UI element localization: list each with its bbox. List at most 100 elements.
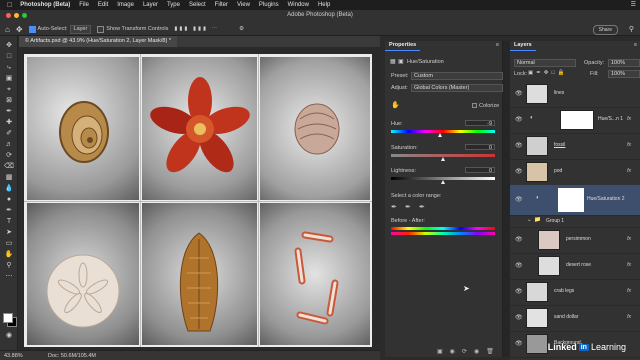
lightness-value-field[interactable]: 0 xyxy=(465,167,495,174)
brush-tool-icon[interactable]: ✐ xyxy=(4,130,14,138)
pen-tool-icon[interactable]: ✒ xyxy=(4,207,14,215)
eye-icon[interactable]: 👁 xyxy=(515,340,523,347)
tab-properties[interactable]: Properties xyxy=(385,41,421,51)
align-icons[interactable]: ▮▮▮ ▮▮▮ ⋯ xyxy=(174,26,219,32)
fx-icon[interactable]: fx xyxy=(627,314,631,320)
eyedropper-add-icon[interactable]: ✒ xyxy=(405,203,411,211)
colorize-checkbox[interactable] xyxy=(472,103,477,108)
zoom-tool-icon[interactable]: ⚲ xyxy=(4,262,14,270)
apple-menu-icon[interactable]:  xyxy=(7,2,12,9)
home-icon[interactable]: ⌂ xyxy=(5,25,10,34)
eyedropper-icon[interactable]: ✒ xyxy=(391,203,397,211)
canvas-area[interactable] xyxy=(19,47,380,350)
fx-icon[interactable]: fx xyxy=(627,262,631,268)
eye-icon[interactable]: 👁 xyxy=(515,116,523,123)
auto-select-dropdown[interactable]: Layer xyxy=(69,24,92,34)
menu-layer[interactable]: Layer xyxy=(143,2,158,8)
lock-icons[interactable]: ▣✒✥□🔒 xyxy=(528,70,568,76)
quick-mask-icon[interactable]: ◉ xyxy=(4,332,14,340)
eye-icon[interactable]: 👁 xyxy=(515,288,523,295)
layer-row[interactable]: 👁 sand dollar fx xyxy=(510,305,640,332)
eye-icon[interactable]: 👁 xyxy=(515,90,523,97)
lasso-tool-icon[interactable]: ⤷ xyxy=(4,64,14,72)
adjust-channel-dropdown[interactable]: Global Colors (Master) xyxy=(411,84,503,92)
visibility-icon[interactable]: ◉ xyxy=(474,348,479,355)
control-center-icon[interactable]: ☰ xyxy=(631,1,636,8)
blend-mode-dropdown[interactable]: Normal xyxy=(514,59,576,67)
menu-type[interactable]: Type xyxy=(167,2,180,8)
marquee-tool-icon[interactable]: □ xyxy=(4,53,14,61)
search-icon[interactable]: ⚲ xyxy=(629,25,634,33)
fx-icon[interactable]: fx xyxy=(627,116,631,122)
layer-row[interactable]: 👁 pod fx xyxy=(510,159,640,186)
layer-row[interactable]: 👁 persimmon fx xyxy=(510,227,640,254)
hue-slider[interactable] xyxy=(391,130,495,133)
layer-row[interactable]: 👁 ◐ Hue/S...n 1 fx xyxy=(510,107,640,134)
menu-window[interactable]: Window xyxy=(288,2,309,8)
menu-edit[interactable]: Edit xyxy=(98,2,108,8)
menu-image[interactable]: Image xyxy=(117,2,134,8)
type-tool-icon[interactable]: T xyxy=(4,218,14,226)
gradient-tool-icon[interactable]: ▩ xyxy=(4,174,14,182)
eyedropper-tool-icon[interactable]: ✒ xyxy=(4,108,14,116)
eyedropper-subtract-icon[interactable]: ✒ xyxy=(419,203,425,211)
tab-artifacts-psd[interactable]: © Artifacts.psd @ 43.9% (Hue/Saturation … xyxy=(19,36,177,47)
targeted-adjustment-icon[interactable]: ✋ xyxy=(391,101,400,109)
delete-icon[interactable]: 🗑 xyxy=(486,348,494,355)
document-canvas[interactable] xyxy=(24,54,372,347)
doc-info[interactable]: Doc: 50.6M/105.4M xyxy=(48,353,96,359)
path-select-tool-icon[interactable]: ➤ xyxy=(4,229,14,237)
move-tool-icon[interactable]: ✥ xyxy=(16,25,23,34)
tab-layers[interactable]: Layers xyxy=(510,41,536,51)
fx-icon[interactable]: fx xyxy=(627,288,631,294)
show-transform-checkbox[interactable] xyxy=(97,25,105,33)
foreground-color-swatch[interactable] xyxy=(3,313,13,323)
opacity-field[interactable]: 100% xyxy=(608,59,640,67)
hue-value-field[interactable]: -9 xyxy=(465,120,495,127)
zoom-level[interactable]: 43.88% xyxy=(4,353,23,359)
layer-row[interactable]: 👁 desert rose fx xyxy=(510,253,640,280)
saturation-value-field[interactable]: 0 xyxy=(465,144,495,151)
hue-slider-thumb[interactable] xyxy=(438,133,443,137)
view-previous-icon[interactable]: ◉ xyxy=(450,348,455,355)
object-select-tool-icon[interactable]: ▣ xyxy=(4,75,14,83)
panel-menu-icon[interactable]: ≡ xyxy=(496,42,499,48)
eye-icon[interactable]: 👁 xyxy=(515,314,523,321)
layer-row[interactable]: 👁 lines xyxy=(510,81,640,108)
hand-tool-icon[interactable]: ✋ xyxy=(4,251,14,259)
reset-icon[interactable]: ⟳ xyxy=(462,348,467,355)
menu-view[interactable]: View xyxy=(237,2,250,8)
fill-field[interactable]: 100% xyxy=(608,70,640,78)
layer-row[interactable]: 👁 crab legs fx xyxy=(510,279,640,306)
fx-icon[interactable]: fx xyxy=(627,142,631,148)
dodge-tool-icon[interactable]: ● xyxy=(4,196,14,204)
rectangle-tool-icon[interactable]: ▭ xyxy=(4,240,14,248)
eye-icon[interactable]: 👁 xyxy=(515,196,523,203)
eye-icon[interactable]: 👁 xyxy=(515,262,523,269)
fx-icon[interactable]: fx xyxy=(627,236,631,242)
layers-menu-icon[interactable]: ≡ xyxy=(634,42,637,48)
mask-icon[interactable]: ▣ xyxy=(398,58,404,65)
more-tools-icon[interactable]: ⋯ xyxy=(4,273,14,281)
lightness-slider-thumb[interactable] xyxy=(441,180,445,184)
eye-icon[interactable]: 👁 xyxy=(515,168,523,175)
layer-row-selected[interactable]: 👁 ◐ Hue/Saturation 2 xyxy=(510,185,640,216)
3d-mode-icon[interactable]: ⚙ xyxy=(239,26,244,32)
layer-row[interactable]: 👁 fossil fx xyxy=(510,133,640,160)
menu-filter[interactable]: Filter xyxy=(215,2,228,8)
share-button[interactable]: Share xyxy=(592,25,618,35)
crop-tool-icon[interactable]: ⌖ xyxy=(4,86,14,94)
menu-help[interactable]: Help xyxy=(318,2,330,8)
clone-stamp-tool-icon[interactable]: ♬ xyxy=(4,141,14,149)
auto-select-checkbox[interactable] xyxy=(28,25,36,33)
menu-file[interactable]: File xyxy=(79,2,89,8)
eye-icon[interactable]: 👁 xyxy=(515,142,523,149)
blur-tool-icon[interactable]: 💧 xyxy=(4,185,14,193)
fx-icon[interactable]: fx xyxy=(627,168,631,174)
frame-tool-icon[interactable]: ⊠ xyxy=(4,97,14,105)
clip-to-layer-icon[interactable]: ▣ xyxy=(437,348,443,355)
eraser-tool-icon[interactable]: ⌫ xyxy=(4,163,14,171)
move-tool-icon[interactable]: ✥ xyxy=(4,42,14,50)
menu-plugins[interactable]: Plugins xyxy=(259,2,279,8)
preset-dropdown[interactable]: Custom xyxy=(411,72,503,80)
